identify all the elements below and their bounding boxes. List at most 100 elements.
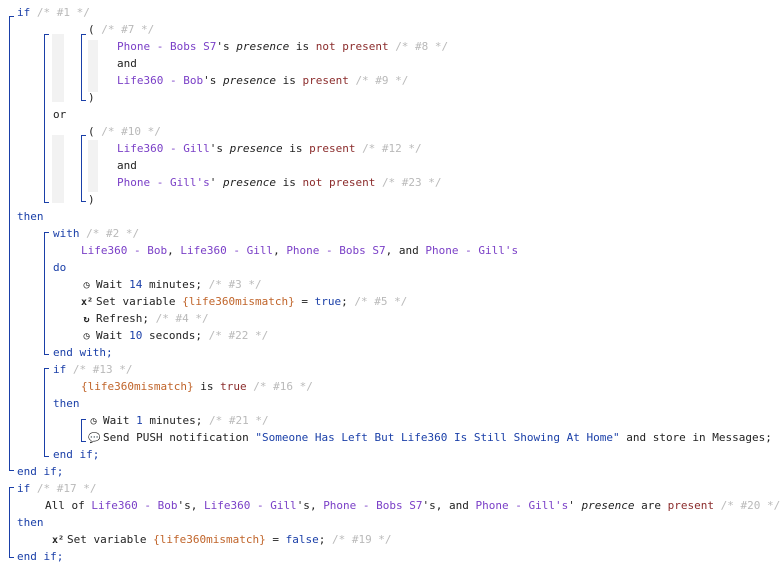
group-open[interactable]: ( /* #7 */ xyxy=(88,21,154,38)
end-with-keyword[interactable]: end with; xyxy=(53,344,113,361)
attribute: presence xyxy=(222,176,276,189)
device-name[interactable]: Phone - Bobs S7 xyxy=(286,244,385,257)
text: 's xyxy=(203,74,217,87)
condition-20[interactable]: All of Life360 - Bob's, Life360 - Gill's… xyxy=(45,497,780,514)
gutter-shade xyxy=(52,135,64,203)
action-set-variable-true[interactable]: x² Set variable {life360mismatch} = true;… xyxy=(81,293,407,310)
then-keyword[interactable]: then xyxy=(53,395,80,412)
with-keyword[interactable]: with xyxy=(53,227,80,240)
comment: /* #9 */ xyxy=(355,74,409,87)
action-label: Refresh; xyxy=(96,312,149,325)
condition-12[interactable]: Life360 - Gill's presence is present /* … xyxy=(117,140,422,157)
comment: /* #3 */ xyxy=(208,278,262,291)
action-label: Wait xyxy=(103,414,130,427)
statement-if-1[interactable]: if /* #1 */ xyxy=(17,4,90,21)
and-operator[interactable]: and xyxy=(117,55,137,72)
attribute: presence xyxy=(236,40,290,53)
text: , xyxy=(190,499,198,512)
tick xyxy=(81,441,86,442)
then-keyword[interactable]: then xyxy=(17,514,44,531)
value: false xyxy=(285,533,319,546)
action-wait-1[interactable]: ◷ Wait 1 minutes; /* #21 */ xyxy=(88,412,269,429)
if-keyword[interactable]: if xyxy=(17,6,30,19)
comment: /* #21 */ xyxy=(208,414,269,427)
end-if-keyword[interactable]: end if; xyxy=(17,463,63,480)
text: ; xyxy=(318,533,326,546)
condition-23[interactable]: Phone - Gill's' presence is not present … xyxy=(117,174,442,191)
end-if-keyword[interactable]: end if; xyxy=(17,548,63,565)
text: 's xyxy=(177,499,191,512)
end-if-keyword[interactable]: end if; xyxy=(53,446,99,463)
text: , xyxy=(167,244,174,257)
group-open[interactable]: ( /* #10 */ xyxy=(88,123,161,140)
device-name[interactable]: Phone - Gill's xyxy=(476,499,569,512)
attribute: presence xyxy=(581,499,635,512)
variable-name[interactable]: {life360mismatch} xyxy=(81,380,194,393)
device-name[interactable]: Phone - Bobs S7 xyxy=(117,40,216,53)
device-name[interactable]: Life360 - Bob xyxy=(81,244,167,257)
action-label: Wait xyxy=(96,329,123,342)
text: 's xyxy=(216,40,230,53)
operator: not xyxy=(315,40,336,53)
variable-name[interactable]: {life360mismatch} xyxy=(182,295,295,308)
do-keyword[interactable]: do xyxy=(53,259,66,276)
device-name[interactable]: Phone - Gill's xyxy=(117,176,210,189)
if17-bracket xyxy=(9,487,10,557)
statement-if-13[interactable]: if /* #13 */ xyxy=(53,361,132,378)
device-name[interactable]: Phone - Bobs S7 xyxy=(323,499,422,512)
and-operator[interactable]: and xyxy=(117,157,137,174)
clock-icon: ◷ xyxy=(83,331,90,342)
then-keyword[interactable]: then xyxy=(17,208,44,225)
tick xyxy=(44,202,49,203)
condition-16[interactable]: {life360mismatch} is true /* #16 */ xyxy=(81,378,313,395)
text: is xyxy=(200,380,214,393)
if-keyword[interactable]: if xyxy=(53,363,66,376)
text: = xyxy=(272,533,279,546)
text: is xyxy=(282,176,296,189)
action-send-push[interactable]: 💬 Send PUSH notification "Someone Has Lef… xyxy=(88,429,772,446)
cond-bracket xyxy=(44,34,45,202)
group7-bracket xyxy=(81,34,82,100)
comment: /* #23 */ xyxy=(381,176,442,189)
if-keyword[interactable]: if xyxy=(17,482,30,495)
tick xyxy=(81,419,86,420)
tick xyxy=(9,470,14,471)
tick xyxy=(9,487,14,488)
tick xyxy=(81,100,86,101)
device-name[interactable]: Life360 - Bob xyxy=(91,499,177,512)
duration-value: 1 xyxy=(136,414,143,427)
close-paren: ) xyxy=(88,91,95,104)
with-statement[interactable]: with /* #2 */ xyxy=(53,225,139,242)
if13-bracket xyxy=(44,368,45,456)
device-name[interactable]: Phone - Gill's xyxy=(425,244,518,257)
variable-name[interactable]: {life360mismatch} xyxy=(153,533,266,546)
action-label: Set variable xyxy=(67,533,147,546)
clock-icon: ◷ xyxy=(90,416,97,427)
action-wait-14[interactable]: ◷ Wait 14 minutes; /* #3 */ xyxy=(81,276,262,293)
device-name[interactable]: Life360 - Gill xyxy=(204,499,297,512)
comment: /* #1 */ xyxy=(36,6,90,19)
tick xyxy=(44,232,49,233)
text: , xyxy=(309,499,317,512)
condition-8[interactable]: Phone - Bobs S7's presence is not presen… xyxy=(117,38,448,55)
with-device-list[interactable]: Life360 - Bob, Life360 - Gill, Phone - B… xyxy=(81,242,518,259)
condition-9[interactable]: Life360 - Bob's presence is present /* #… xyxy=(117,72,408,89)
comment: /* #2 */ xyxy=(86,227,140,240)
duration-value: 14 xyxy=(129,278,143,291)
text: ' xyxy=(209,176,217,189)
device-name[interactable]: Life360 - Gill xyxy=(180,244,273,257)
text: are xyxy=(641,499,661,512)
with-bracket xyxy=(44,232,45,354)
message-text[interactable]: "Someone Has Left But Life360 Is Still S… xyxy=(255,431,619,444)
device-name[interactable]: Life360 - Gill xyxy=(117,142,210,155)
action-set-variable-false[interactable]: x² Set variable {life360mismatch} = false… xyxy=(52,531,392,548)
comment: /* #16 */ xyxy=(253,380,313,393)
action-wait-10[interactable]: ◷ Wait 10 seconds; /* #22 */ xyxy=(81,327,268,344)
operator: not xyxy=(302,176,323,189)
or-operator[interactable]: or xyxy=(53,106,66,123)
variable-icon: x² xyxy=(52,535,65,546)
action-refresh[interactable]: ↻ Refresh; /* #4 */ xyxy=(81,310,208,327)
then13-bracket xyxy=(81,419,82,441)
device-name[interactable]: Life360 - Bob xyxy=(117,74,203,87)
statement-if-17[interactable]: if /* #17 */ xyxy=(17,480,96,497)
